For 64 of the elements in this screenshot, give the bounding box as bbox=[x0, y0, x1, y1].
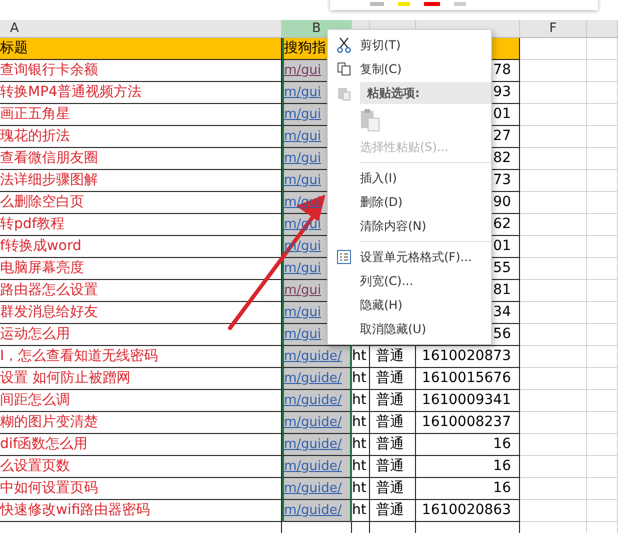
table-cell: 普通 bbox=[370, 368, 416, 390]
table-cell: 么删除空白页 bbox=[0, 192, 282, 214]
link-cell[interactable]: m/guide/ bbox=[282, 412, 352, 434]
table-cell: 群发消息给好友 bbox=[0, 302, 282, 324]
table-cell: 16 bbox=[416, 478, 520, 500]
table-cell: 瑰花的折法 bbox=[0, 126, 282, 148]
table-cell: 糊的图片变清楚 bbox=[0, 412, 282, 434]
table-cell: 普通 bbox=[370, 478, 416, 500]
table-cell: ht bbox=[352, 478, 370, 500]
table-cell: 电脑屏幕亮度 bbox=[0, 258, 282, 280]
menu-section-header: 粘贴选项: bbox=[360, 82, 491, 104]
table-cell: 普通 bbox=[370, 456, 416, 478]
table-cell: f转换成word bbox=[0, 236, 282, 258]
table-cell: 1610020863 bbox=[416, 500, 520, 522]
link-cell[interactable]: m/guide/ bbox=[282, 346, 352, 368]
table-cell: 路由器怎么设置 bbox=[0, 280, 282, 302]
link-cell[interactable]: m/guide/ bbox=[282, 434, 352, 456]
font-color-icon[interactable] bbox=[424, 2, 440, 6]
table-cell: 间距怎么调 bbox=[0, 390, 282, 412]
table-cell: 查询银行卡余额 bbox=[0, 60, 282, 82]
table-cell: ht bbox=[352, 456, 370, 478]
table-cell: ht bbox=[352, 346, 370, 368]
table-cell: 设置 如何防止被蹭网 bbox=[0, 368, 282, 390]
table-cell: ht bbox=[352, 390, 370, 412]
table-cell: 1610015676 bbox=[416, 368, 520, 390]
table-cell: ht bbox=[352, 434, 370, 456]
table-cell: ht bbox=[352, 500, 370, 522]
table-cell: 普通 bbox=[370, 412, 416, 434]
table-cell: 普通 bbox=[370, 390, 416, 412]
table-cell: 16 bbox=[416, 434, 520, 456]
table-cell: 16 bbox=[416, 456, 520, 478]
table-cell: 1610008237 bbox=[416, 412, 520, 434]
highlight-icon[interactable] bbox=[398, 2, 410, 6]
paste-icon[interactable] bbox=[360, 108, 380, 132]
table-cell: 法详细步骤图解 bbox=[0, 170, 282, 192]
table-cell: ht bbox=[352, 412, 370, 434]
table-cell: 普通 bbox=[370, 346, 416, 368]
link-cell[interactable]: m/guide/ bbox=[282, 390, 352, 412]
link-cell[interactable]: m/guide/ bbox=[282, 478, 352, 500]
format-cells-icon bbox=[337, 250, 351, 264]
scissors-icon bbox=[337, 37, 351, 53]
border-icon[interactable] bbox=[454, 2, 466, 6]
table-cell: 中如何设置页码 bbox=[0, 478, 282, 500]
table-cell: 普通 bbox=[370, 434, 416, 456]
copy-icon bbox=[337, 62, 351, 76]
column-header[interactable]: F bbox=[520, 20, 587, 37]
table-cell: I，怎么查看知道无线密码 bbox=[0, 346, 282, 368]
link-cell[interactable]: m/guide/ bbox=[282, 500, 352, 522]
table-cell: 1610009341 bbox=[416, 390, 520, 412]
underline-icon[interactable] bbox=[370, 2, 384, 6]
table-cell: 1610020873 bbox=[416, 346, 520, 368]
table-cell: 查看微信朋友圈 bbox=[0, 148, 282, 170]
table-cell: 画正五角星 bbox=[0, 104, 282, 126]
table-cell: 转pdf教程 bbox=[0, 214, 282, 236]
table-cell: 转换MP4普通视频方法 bbox=[0, 82, 282, 104]
table-cell: 么设置页数 bbox=[0, 456, 282, 478]
link-cell[interactable]: m/guide/ bbox=[282, 368, 352, 390]
table-cell: dif函数怎么用 bbox=[0, 434, 282, 456]
link-cell[interactable]: m/guide/ bbox=[282, 456, 352, 478]
table-cell: 普通 bbox=[370, 500, 416, 522]
paste-icon bbox=[337, 86, 351, 100]
table-cell: ht bbox=[352, 368, 370, 390]
header-cell: 标题 bbox=[0, 38, 282, 60]
table-cell: 运动怎么用 bbox=[0, 324, 282, 346]
